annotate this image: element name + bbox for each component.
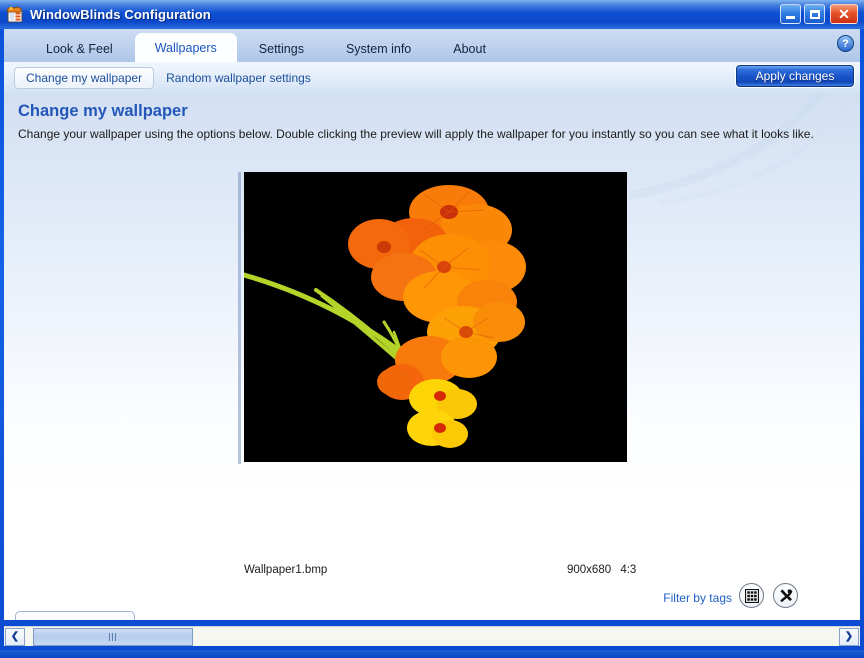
preview-image-nasturtium-flowers[interactable] — [244, 172, 627, 462]
maximize-icon — [809, 9, 820, 19]
filter-by-tags-link[interactable]: Filter by tags — [663, 591, 732, 605]
use-skin-wallpaper-button[interactable]: Use Skin Wallpaper — [15, 611, 135, 620]
background-swoosh-decoration — [629, 93, 860, 205]
preview-aspect-ratio: 4:3 — [620, 564, 637, 576]
scroll-left-button[interactable]: ❮ — [5, 627, 25, 646]
wallpaper-preview[interactable] — [241, 172, 627, 464]
subtab-change-my-wallpaper[interactable]: Change my wallpaper — [14, 66, 155, 89]
close-icon: ✕ — [838, 5, 850, 22]
window-title: WindowBlinds Configuration — [30, 7, 211, 22]
sub-toolbar: Change my wallpaper Random wallpaper set… — [4, 62, 860, 93]
help-icon[interactable]: ? — [837, 35, 854, 52]
preview-file-meta: 900x680 4:3 — [567, 564, 636, 576]
scrollbar-grip-icon — [108, 632, 118, 641]
subtab-random-wallpaper-settings[interactable]: Random wallpaper settings — [154, 67, 323, 89]
preview-dimensions: 900x680 — [567, 564, 612, 576]
page-title: Change my wallpaper — [18, 102, 188, 120]
gallery-horizontal-scrollbar[interactable]: ❮ ❯ — [4, 626, 860, 646]
window-bottom-edge — [0, 650, 864, 658]
scrollbar-track[interactable] — [26, 627, 838, 646]
page-description: Change your wallpaper using the options … — [18, 127, 814, 141]
tab-wallpapers[interactable]: Wallpapers — [134, 33, 237, 63]
apply-changes-button[interactable]: Apply changes — [736, 65, 854, 87]
title-bar: WindowBlinds Configuration ✕ — [0, 0, 864, 29]
tab-system-info[interactable]: System info — [326, 35, 431, 62]
minimize-icon — [786, 15, 795, 19]
main-tab-bar: Look & Feel Wallpapers Settings System i… — [4, 29, 860, 63]
tab-settings[interactable]: Settings — [239, 35, 324, 62]
close-button[interactable]: ✕ — [830, 4, 858, 24]
content-panel: Change my wallpaper Change your wallpape… — [4, 93, 860, 620]
windowblinds-icon — [6, 6, 24, 23]
tools-icon[interactable] — [773, 583, 798, 608]
minimize-button[interactable] — [780, 4, 801, 24]
maximize-button[interactable] — [804, 4, 825, 24]
tab-look-and-feel[interactable]: Look & Feel — [26, 35, 133, 62]
scrollbar-thumb[interactable] — [33, 627, 193, 646]
grid-view-icon[interactable] — [739, 583, 764, 608]
scroll-right-button[interactable]: ❯ — [839, 627, 859, 646]
application-window: WindowBlinds Configuration ✕ Look & Feel… — [0, 0, 864, 658]
tab-about[interactable]: About — [433, 35, 506, 62]
preview-file-name: Wallpaper1.bmp — [244, 564, 328, 576]
